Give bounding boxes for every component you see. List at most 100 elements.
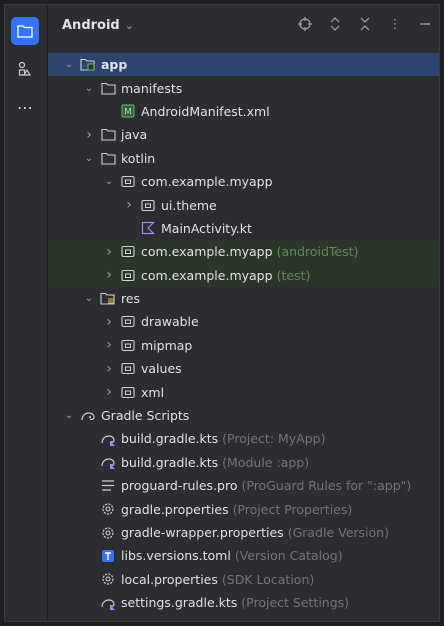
tree-row[interactable]: › mipmap [48,334,439,357]
module-folder-icon [80,57,96,73]
tree-row[interactable]: › ui.theme [48,193,439,216]
tree-item-hint: (Module :app) [222,454,310,470]
package-icon [120,244,136,260]
tree-item-label: Gradle Scripts [101,408,190,424]
package-icon [120,384,136,400]
target-icon [298,17,312,31]
folder-icon [17,25,33,38]
tree-row[interactable]: M AndroidManifest.xml [48,100,439,123]
chevron-right-icon[interactable]: › [102,361,116,377]
gradle-kts-icon [100,454,116,470]
ellipsis-icon: ⋯ [17,97,33,117]
package-icon [120,267,136,283]
tree-row[interactable]: › drawable [48,310,439,333]
structure-icon [18,61,32,76]
structure-button[interactable] [11,55,39,83]
package-icon [120,314,136,330]
tree-item-label: local.properties [121,571,218,587]
toml-icon [100,548,116,564]
header-toolbar: ⋮ [297,16,433,32]
tree-row[interactable]: proguard-rules.pro (ProGuard Rules for ":… [48,474,439,497]
tree-item-hint: (Project Properties) [232,501,353,517]
tool-strip: ⋯ [5,5,48,621]
tree-row[interactable]: build.gradle.kts (Module :app) [48,451,439,474]
tree-row[interactable]: ⌄ Gradle Scripts [48,404,439,427]
minimize-icon [420,23,430,25]
res-folder-icon [100,291,116,307]
tree-row[interactable]: › values [48,357,439,380]
more-tools-button[interactable]: ⋯ [11,93,39,121]
tree-row[interactable]: ⌄ app [48,53,439,77]
chevron-right-icon[interactable]: › [102,267,116,283]
tree-item-label: com.example.myapp [141,174,273,190]
tree-row[interactable]: ⌄ res [48,287,439,310]
tree-item-label: manifests [121,80,183,96]
tree-row[interactable]: ⌄ com.example.myapp [48,170,439,193]
chevron-down-icon[interactable]: ⌄ [62,410,76,421]
tree-row[interactable]: settings.gradle.kts (Project Settings) [48,591,439,614]
chevron-right-icon[interactable]: › [102,384,116,400]
tree-row[interactable]: build.gradle.kts (Project: MyApp) [48,427,439,450]
expand-all-button[interactable] [327,16,343,32]
locate-button[interactable] [297,16,313,32]
tree-row[interactable]: ⌄ manifests [48,76,439,99]
package-icon [140,197,156,213]
tree-item-label: ui.theme [161,197,217,213]
collapse-all-button[interactable] [357,16,373,32]
tree-item-label: build.gradle.kts [121,454,219,470]
chevron-down-icon[interactable]: ⌄ [102,176,116,187]
chevron-right-icon[interactable]: › [102,244,116,260]
chevron-right-icon[interactable]: › [102,314,116,330]
chevron-right-icon[interactable]: › [122,197,136,213]
tree-row[interactable]: local.properties (SDK Location) [48,568,439,591]
project-view-button[interactable] [11,17,39,45]
options-button[interactable]: ⋮ [387,16,403,32]
tree-item-label: AndroidManifest.xml [141,103,270,119]
tree-item-label: res [121,291,141,307]
tree-item-hint: (Version Catalog) [234,548,343,564]
chevron-right-icon[interactable]: › [82,127,96,143]
tree-row[interactable]: › com.example.myapp (androidTest) [48,240,439,264]
chevron-down-icon[interactable]: ⌄ [62,59,76,70]
tree-item-label: values [141,361,182,377]
tree-item-label: java [121,127,148,143]
tree-item-hint: (Project: MyApp) [222,431,326,447]
tree-row[interactable]: gradle.properties (Project Properties) [48,497,439,520]
chevron-down-icon[interactable]: ⌄ [82,293,96,304]
gradle-kts-icon [100,431,116,447]
tree-item-hint: (SDK Location) [221,571,315,587]
tree-row[interactable]: ⌄ kotlin [48,147,439,170]
hide-button[interactable] [417,16,433,32]
tree-item-hint: (test) [276,267,311,283]
settings-icon [100,525,116,541]
chevron-right-icon[interactable]: › [102,337,116,353]
tree-row[interactable]: libs.versions.toml (Version Catalog) [48,544,439,567]
expand-icon [330,17,340,31]
tree-item-label: drawable [141,314,199,330]
manifest-file-icon: M [120,103,136,119]
kotlin-file-icon [140,220,156,236]
text-file-icon [100,478,116,494]
tree-item-hint: (Project Settings) [241,595,350,611]
view-title: Android [62,17,120,33]
chevron-down-icon[interactable]: ⌄ [82,83,96,94]
package-icon [120,174,136,190]
tree-row[interactable]: › java [48,123,439,146]
tree-item-label: proguard-rules.pro [121,478,238,494]
settings-icon [100,571,116,587]
tree-item-label: mipmap [141,337,193,353]
tree-item-hint: (Gradle Version) [287,525,389,540]
tree-row[interactable]: › xml [48,380,439,403]
tree-row[interactable]: MainActivity.kt [48,217,439,240]
tree-item-hint: (ProGuard Rules for ":app") [241,478,412,494]
tree-item-label: app [101,57,128,73]
gradle-icon [80,408,96,424]
folder-icon [100,150,116,166]
folder-icon [100,127,116,143]
settings-icon [100,501,116,517]
tree-item-label: build.gradle.kts [121,431,219,447]
tree-row[interactable]: gradle-wrapper.properties (Gradle Version… [48,521,439,544]
tree-row[interactable]: › com.example.myapp (test) [48,263,439,287]
tree-item-label: settings.gradle.kts [121,595,238,611]
chevron-down-icon[interactable]: ⌄ [82,153,96,164]
